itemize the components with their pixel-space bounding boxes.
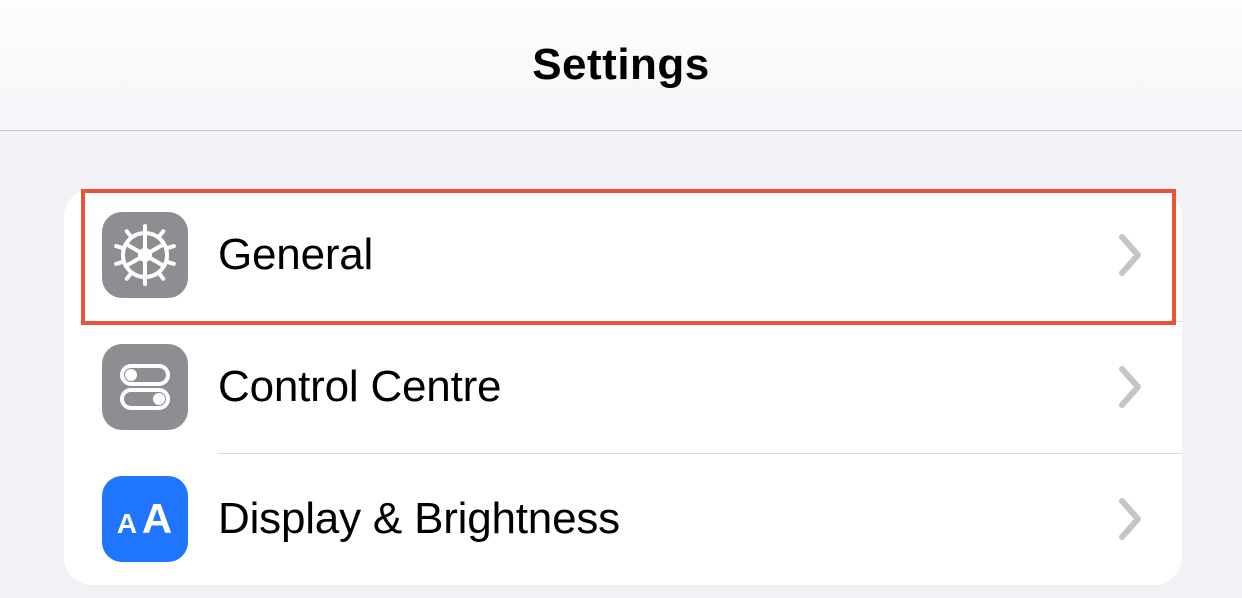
svg-text:A: A [142,495,172,542]
settings-row-general[interactable]: General [64,189,1182,321]
row-label: Display & Brightness [218,494,1116,544]
settings-row-display-brightness[interactable]: A A Display & Brightness [64,453,1182,585]
svg-text:A: A [117,508,137,539]
text-size-icon: A A [102,476,188,562]
settings-content: General Control Centre [0,131,1242,585]
settings-group: General Control Centre [64,189,1182,585]
navigation-bar: Settings [0,0,1242,131]
chevron-right-icon [1116,233,1144,277]
toggles-icon [102,344,188,430]
row-label: Control Centre [218,362,1116,412]
page-title: Settings [532,40,710,90]
settings-row-control-centre[interactable]: Control Centre [64,321,1182,453]
chevron-right-icon [1116,497,1144,541]
chevron-right-icon [1116,365,1144,409]
gear-icon [102,212,188,298]
row-label: General [218,230,1116,280]
